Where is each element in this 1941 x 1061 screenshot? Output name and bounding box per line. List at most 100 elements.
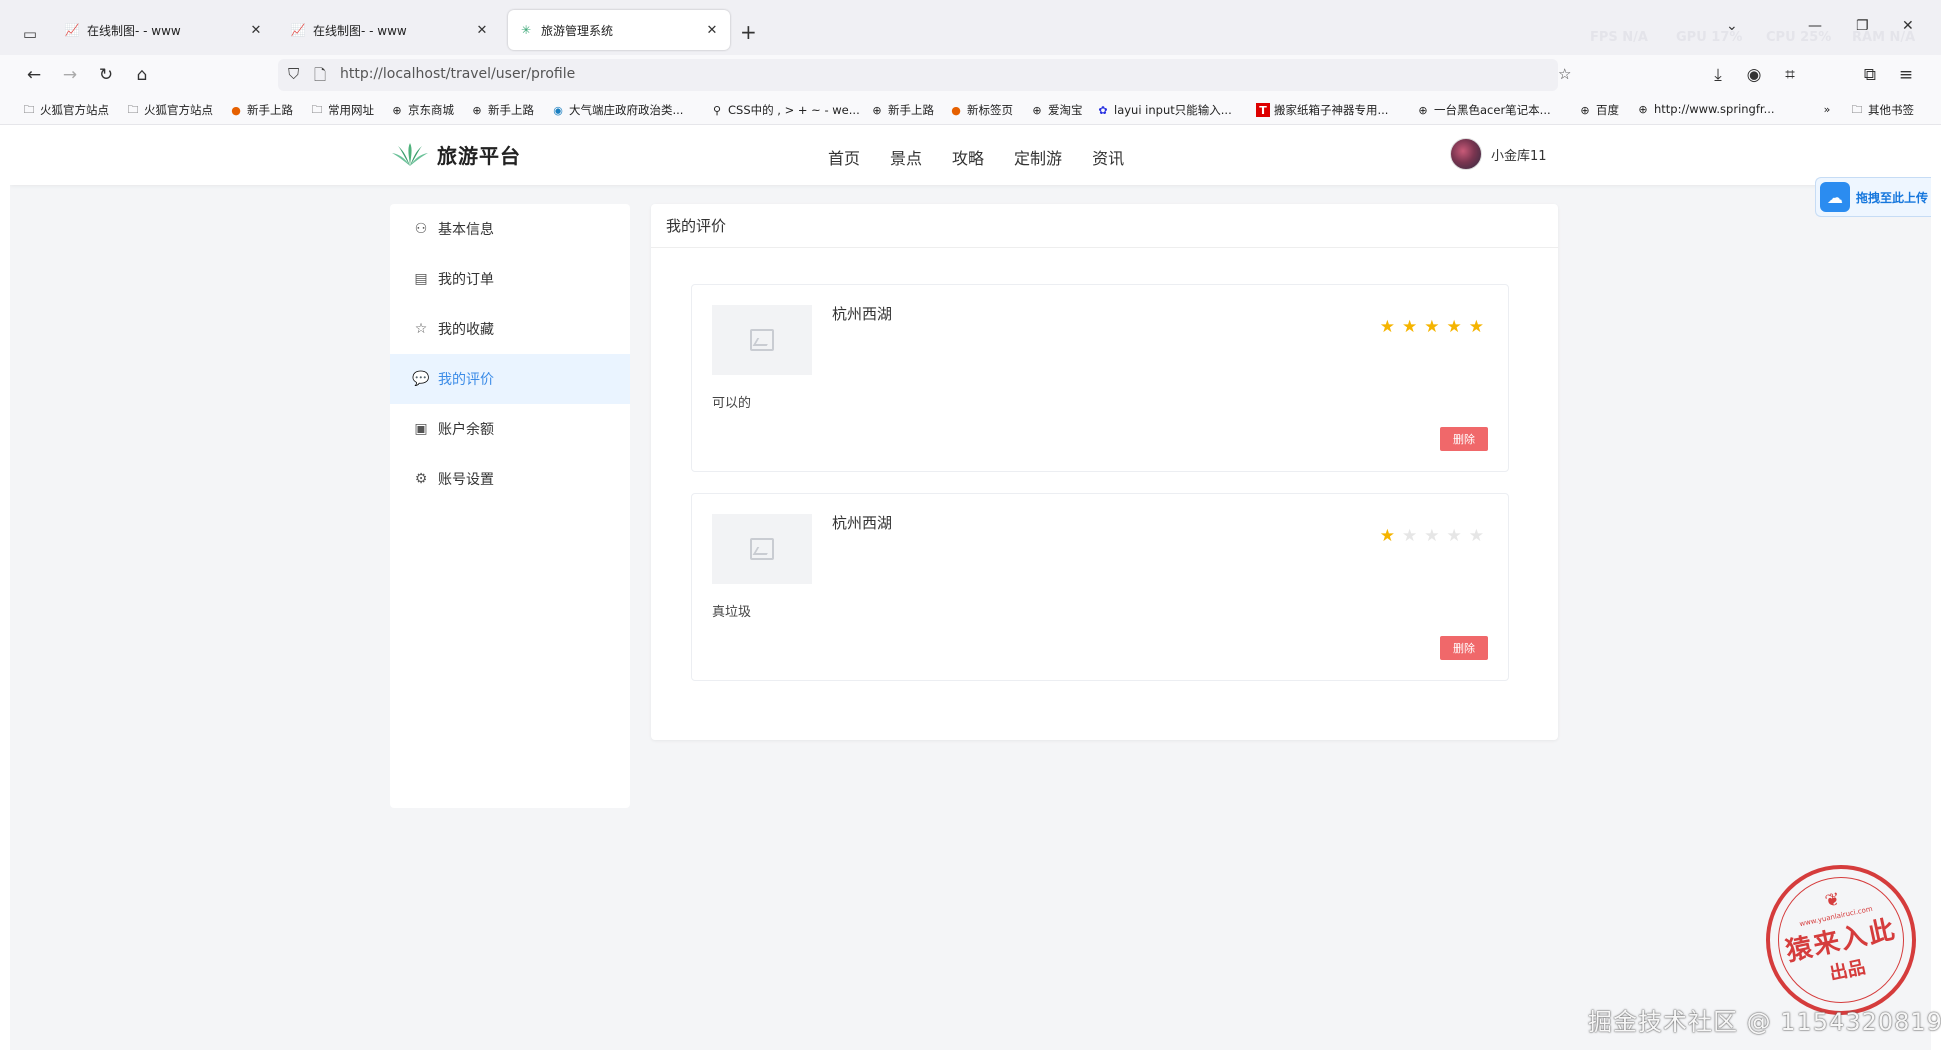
close-icon[interactable]: ✕	[248, 23, 264, 38]
close-icon[interactable]: ✕	[474, 23, 490, 38]
bookmark-item[interactable]: ● 新标签页	[949, 102, 1013, 118]
sidebar-item-settings[interactable]: ⚙ 账号设置	[390, 454, 630, 504]
sidebar-item-label: 我的订单	[438, 272, 494, 288]
url-bar[interactable]: ⛉ 🗋 http://localhost/travel/user/profile…	[278, 59, 1571, 91]
bookmarks-bar: 🗀 火狐官方站点 🗀 火狐官方站点 ● 新手上路 🗀 常用网址 ⊕ 京东商城 ⊕ 新手上路 …	[0, 95, 1941, 125]
bookmark-item[interactable]: ⚲ CSS中的 , > + ~ - we...	[710, 102, 860, 118]
minimize-button[interactable]: —	[1808, 18, 1822, 34]
sidebar-item-label: 我的评价	[438, 372, 494, 388]
tab-3-active[interactable]: ✳ 旅游管理系统 ✕	[508, 10, 730, 50]
rating-stars: ★ ★ ★ ★ ★	[1373, 319, 1484, 336]
back-icon[interactable]: ←	[22, 63, 46, 87]
bookmark-item[interactable]: ⊕ 一台黑色acer笔记本...	[1416, 102, 1550, 118]
globe-icon: ⊕	[1638, 102, 1648, 116]
bookmark-item[interactable]: ⊕ 百度	[1578, 102, 1619, 118]
forward-icon[interactable]: →	[58, 63, 82, 87]
sidebar-item-basic-info[interactable]: ⚇ 基本信息	[390, 204, 630, 254]
tab-overview-icon[interactable]: ▭	[16, 20, 44, 48]
bookmark-item[interactable]: ⊕ http://www.springfr...	[1636, 102, 1774, 116]
wallet-icon: ▣	[414, 421, 428, 437]
menu-attractions[interactable]: 景点	[890, 145, 922, 169]
spot-name[interactable]: 杭州西湖	[832, 512, 892, 533]
rating-stars: ★ ★ ★ ★ ★	[1373, 528, 1484, 545]
tab-list-icon[interactable]: ⌄	[1726, 18, 1738, 34]
star-empty-icon: ★	[1424, 526, 1440, 546]
bookmark-item[interactable]: ● 新手上路	[229, 102, 293, 118]
tab-2[interactable]: 📈 在线制图- - www ✕	[280, 10, 500, 50]
menu-home[interactable]: 首页	[828, 145, 860, 169]
reload-icon[interactable]: ↻	[94, 63, 118, 87]
spot-thumbnail[interactable]	[712, 305, 812, 375]
leaf-logo-icon	[392, 142, 428, 166]
bookmark-item[interactable]: ◉ 大气端庄政府政治类...	[551, 102, 683, 118]
screenshot-icon[interactable]: ⌗	[1778, 63, 1802, 87]
user-name[interactable]: 小金库11	[1491, 145, 1547, 164]
bookmark-item[interactable]: T 搬家纸箱子神器专用...	[1256, 102, 1388, 118]
profile-sidebar: ⚇ 基本信息 ▤ 我的订单 ☆ 我的收藏 💬 我的评价 ▣ 账户余额 ⚙ 账号设…	[390, 204, 630, 808]
home-icon[interactable]: ⌂	[130, 63, 154, 87]
tab-1[interactable]: 📈 在线制图- - www ✕	[54, 10, 274, 50]
bookmark-star-icon[interactable]: ☆	[1558, 65, 1571, 83]
window-close-button[interactable]: ✕	[1902, 18, 1914, 34]
bookmark-item[interactable]: 🗀 火狐官方站点	[22, 102, 110, 118]
chart-icon: 📈	[64, 23, 80, 37]
bookmark-item[interactable]: 🗀 常用网址	[310, 102, 375, 118]
bookmark-item[interactable]: ⊕ 爱淘宝	[1030, 102, 1082, 118]
sidebar-item-balance[interactable]: ▣ 账户余额	[390, 404, 630, 454]
bookmark-item[interactable]: ⊕ 京东商城	[390, 102, 454, 118]
site-logo[interactable]: 旅游平台	[391, 140, 521, 169]
t-logo-icon: T	[1256, 103, 1270, 117]
sidebar-item-reviews[interactable]: 💬 我的评价	[390, 354, 630, 404]
spot-name[interactable]: 杭州西湖	[832, 303, 892, 324]
new-tab-button[interactable]: +	[740, 20, 757, 44]
star-filled-icon: ★	[1379, 317, 1395, 337]
star-empty-icon: ★	[1446, 526, 1462, 546]
bookmark-item[interactable]: ✿ layui input只能输入...	[1096, 102, 1231, 118]
sidebar-item-label: 我的收藏	[438, 322, 494, 338]
delete-button[interactable]: 删除	[1440, 427, 1488, 451]
url-text[interactable]: http://localhost/travel/user/profile	[340, 66, 575, 82]
sidebar-item-label: 账户余额	[438, 422, 494, 438]
globe-icon: ⊕	[872, 103, 882, 117]
folder-icon: 🗀	[23, 102, 35, 116]
folder-icon: 🗀	[311, 102, 323, 116]
star-filled-icon: ★	[1402, 317, 1418, 337]
bookmarks-overflow-icon[interactable]: »	[1820, 102, 1838, 116]
star-filled-icon: ★	[1468, 317, 1484, 337]
menu-icon[interactable]: ≡	[1894, 63, 1918, 87]
menu-news[interactable]: 资讯	[1092, 145, 1124, 169]
comment-icon: 💬	[412, 371, 430, 387]
gear-icon: ⚙	[414, 471, 428, 487]
shield-icon[interactable]: ⛉	[288, 65, 299, 83]
menu-guides[interactable]: 攻略	[952, 145, 984, 169]
sidebar-item-label: 账号设置	[438, 472, 494, 488]
globe-icon: ⊕	[1418, 103, 1428, 117]
perf-fps: FPS N/A	[1590, 30, 1648, 45]
review-comment: 可以的	[712, 396, 752, 411]
spot-thumbnail[interactable]	[712, 514, 812, 584]
site-header: 旅游平台 首页 景点 攻略 定制游 资讯 小金库11	[10, 125, 1931, 185]
star-filled-icon: ★	[1446, 317, 1462, 337]
globe-icon: ⊕	[392, 103, 402, 117]
menu-custom-tour[interactable]: 定制游	[1014, 145, 1062, 169]
bookmark-item[interactable]: 🗀 火狐官方站点	[126, 102, 214, 118]
close-icon[interactable]: ✕	[704, 23, 720, 38]
bookmark-other[interactable]: 🗀 其他书签	[1850, 102, 1915, 118]
download-icon[interactable]: ⤓	[1706, 63, 1730, 87]
extensions-icon[interactable]: ⧉	[1858, 63, 1882, 87]
user-menu[interactable]: 小金库11	[1450, 138, 1547, 170]
delete-button[interactable]: 删除	[1440, 636, 1488, 660]
sidebar-item-orders[interactable]: ▤ 我的订单	[390, 254, 630, 304]
drag-upload-button[interactable]: ☁ 拖拽至此上传	[1815, 177, 1931, 217]
bookmark-item[interactable]: ⊕ 新手上路	[870, 102, 934, 118]
account-icon[interactable]: ◉	[1742, 63, 1766, 87]
folder-icon: 🗀	[1851, 102, 1863, 116]
page-icon: 🗋	[314, 66, 327, 84]
bookmark-item[interactable]: ⊕ 新手上路	[470, 102, 534, 118]
review-card: 杭州西湖 ★ ★ ★ ★ ★ 真垃圾 删除	[691, 493, 1509, 681]
restore-button[interactable]: ❐	[1856, 18, 1869, 34]
tab-bar: ▭ 📈 在线制图- - www ✕ 📈 在线制图- - www ✕ ✳ 旅游管理…	[0, 0, 1941, 62]
sidebar-item-favorites[interactable]: ☆ 我的收藏	[390, 304, 630, 354]
avatar[interactable]	[1450, 138, 1482, 170]
reviews-panel: 我的评价 杭州西湖 ★ ★ ★ ★ ★ 可以的 删除 杭州西湖 ★ ★ ★ ★ ★ 真垃圾 删除	[651, 204, 1558, 740]
